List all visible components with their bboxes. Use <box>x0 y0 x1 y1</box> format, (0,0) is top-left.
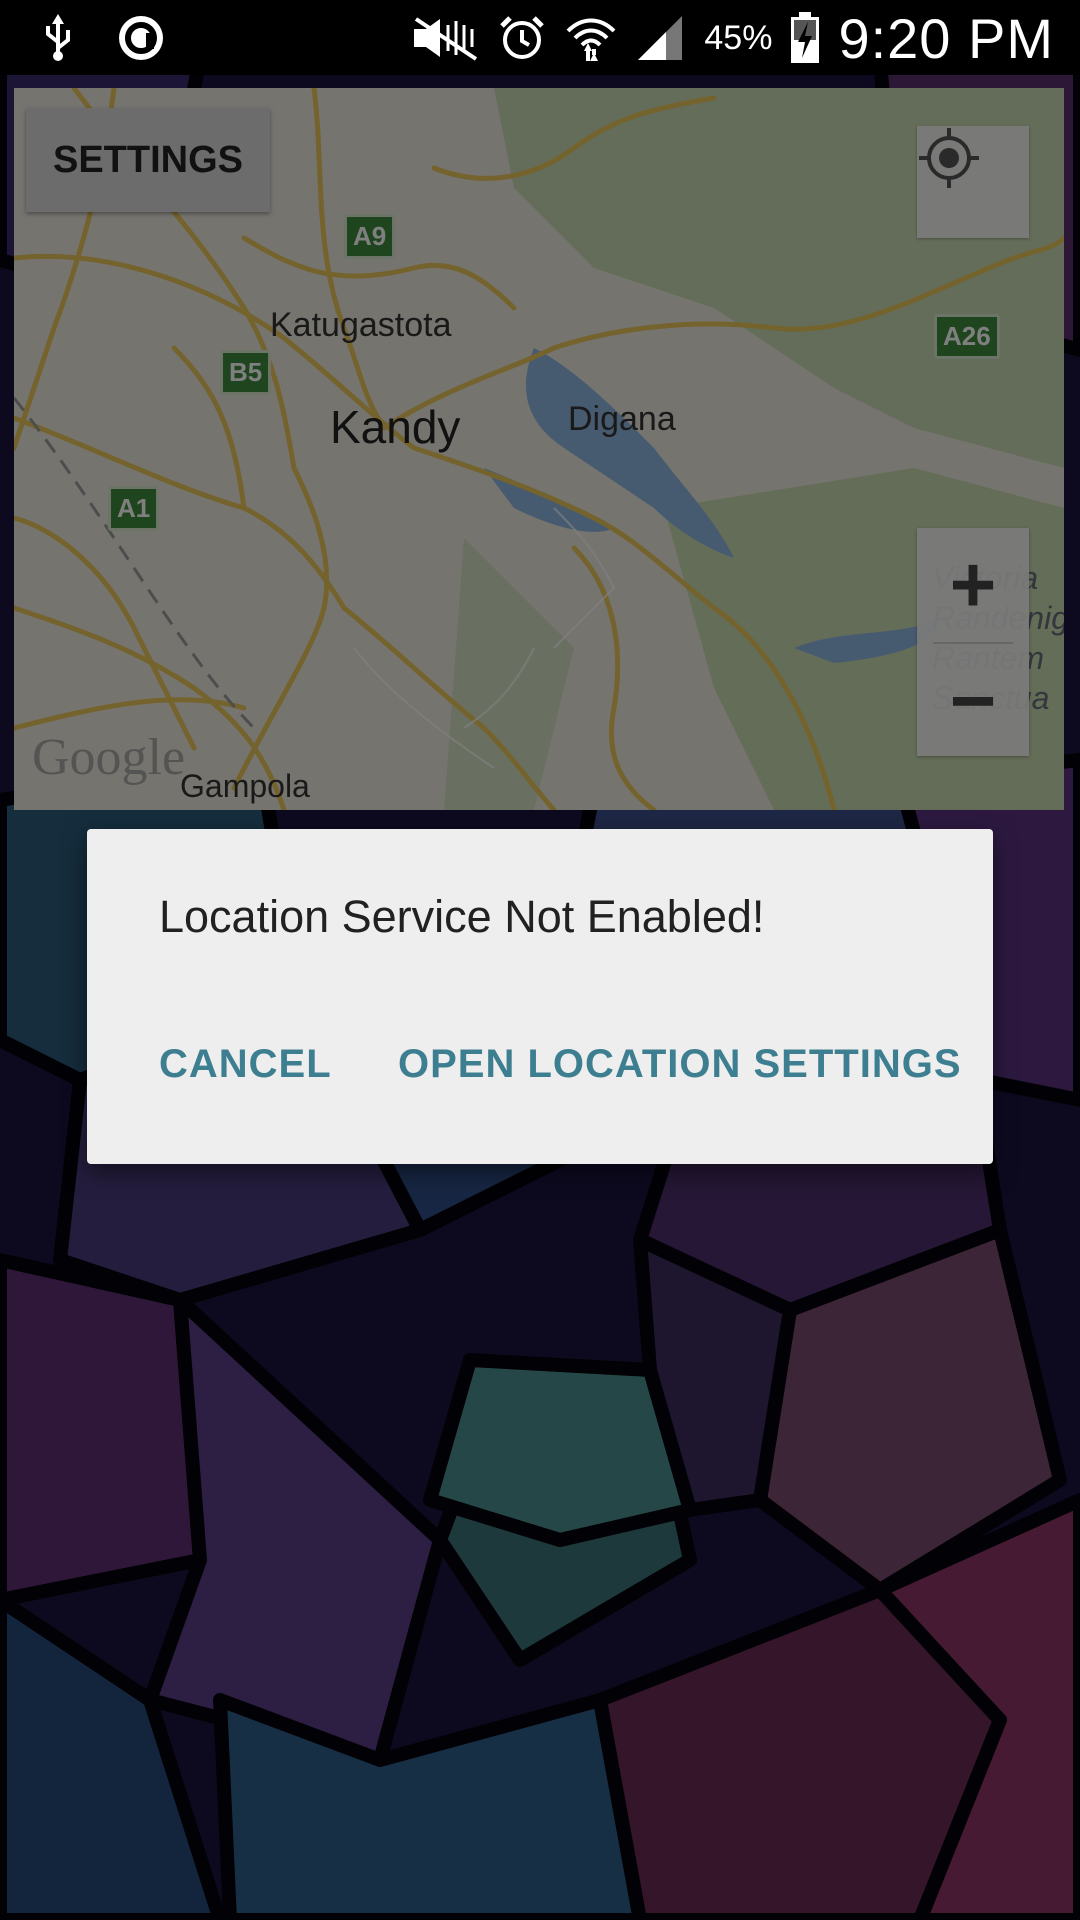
cancel-button[interactable]: CANCEL <box>153 1034 338 1095</box>
status-clock: 9:20 PM <box>838 6 1054 70</box>
mute-icon <box>414 17 478 61</box>
wifi-icon <box>566 18 616 61</box>
location-alert-dialog: Location Service Not Enabled! CANCEL OPE… <box>87 829 993 1164</box>
status-bar: 45% 9:20 PM <box>0 0 1080 75</box>
app-notification-icon <box>119 15 163 60</box>
open-location-settings-button[interactable]: OPEN LOCATION SETTINGS <box>392 1034 968 1095</box>
alarm-icon <box>500 16 545 59</box>
battery-percent: 45% <box>704 18 773 57</box>
usb-icon <box>46 13 70 61</box>
signal-icon <box>638 16 683 60</box>
dialog-message: Location Service Not Enabled! <box>159 891 765 942</box>
battery-charging-icon <box>791 12 820 63</box>
